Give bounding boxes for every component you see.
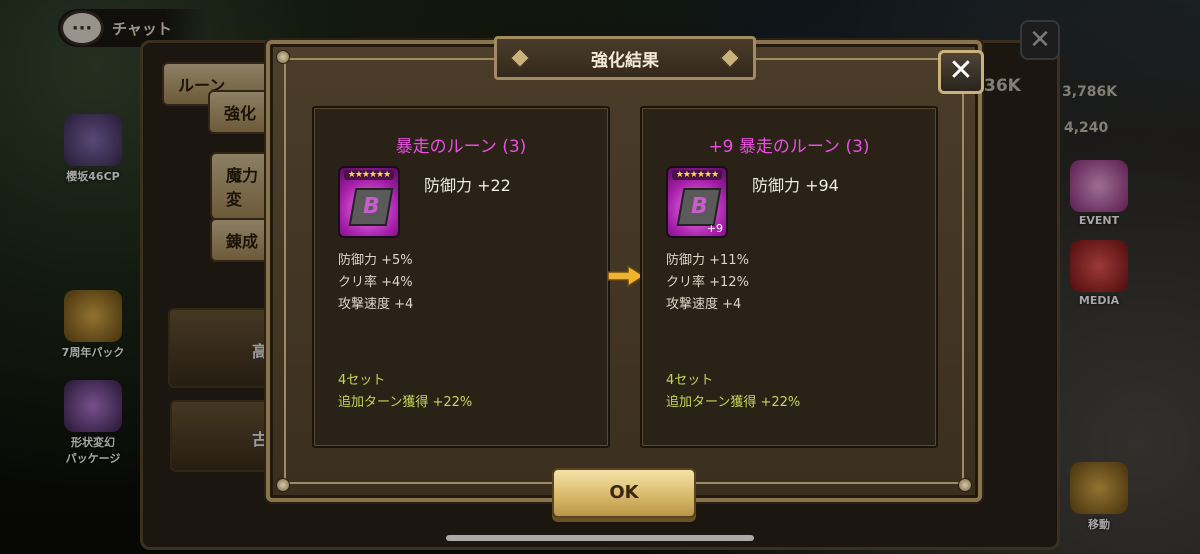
diamond-ornament-icon [720, 48, 740, 68]
ok-button[interactable]: OK [552, 468, 696, 518]
rune-before-set-info: 4セット 追加ターン獲得 +22% [338, 370, 472, 414]
sub-stat: 攻撃速度 +4 [338, 297, 414, 312]
rune-before-name: 暴走のルーン (3) [395, 137, 527, 157]
rune-shape-icon: B [676, 188, 722, 226]
star-rating: ★★★★★★ [344, 170, 394, 180]
set-count: 4セット [666, 373, 714, 388]
corner-rivet-icon [958, 478, 972, 492]
rune-after-set-info: 4セット 追加ターン獲得 +22% [666, 370, 800, 414]
diamond-ornament-icon [510, 48, 530, 68]
rune-before-icon: ★★★★★★ B [338, 166, 400, 238]
rune-after-icon: ★★★★★★ B +9 [666, 166, 728, 238]
set-effect: 追加ターン獲得 +22% [666, 395, 801, 410]
rune-before-panel: 暴走のルーン (3) ★★★★★★ B 防御力 +22 防御力 +5% クリ率 … [312, 106, 610, 448]
rune-after-panel: +9 暴走のルーン (3) ★★★★★★ B +9 防御力 +94 防御力 +1… [640, 106, 938, 448]
rune-before-main-stat: 防御力 +22 [424, 176, 511, 195]
sub-stat: クリ率 +12% [666, 275, 749, 290]
rune-before-sub-stats: 防御力 +5% クリ率 +4% 攻撃速度 +4 [338, 250, 413, 316]
close-button[interactable]: ✕ [938, 50, 984, 94]
rune-level-badge: +9 [706, 222, 723, 235]
sub-stat: 攻撃速度 +4 [666, 297, 742, 312]
modal-title: 強化結果 [591, 50, 659, 71]
rune-shape-icon: B [348, 188, 394, 226]
rune-after-name: +9 暴走のルーン (3) [708, 137, 870, 157]
home-indicator[interactable] [446, 535, 754, 541]
set-effect: 追加ターン獲得 +22% [338, 395, 473, 410]
star-rating: ★★★★★★ [672, 170, 722, 180]
sub-stat: クリ率 +4% [338, 275, 413, 290]
set-count: 4セット [338, 373, 386, 388]
corner-rivet-icon [276, 478, 290, 492]
sub-stat: 防御力 +11% [666, 253, 749, 268]
close-icon: ✕ [948, 53, 974, 88]
rune-after-sub-stats: 防御力 +11% クリ率 +12% 攻撃速度 +4 [666, 250, 749, 316]
sub-stat: 防御力 +5% [338, 253, 413, 268]
rune-after-main-stat: 防御力 +94 [752, 176, 839, 195]
corner-rivet-icon [276, 50, 290, 64]
modal-title-bar: 強化結果 [494, 36, 756, 80]
